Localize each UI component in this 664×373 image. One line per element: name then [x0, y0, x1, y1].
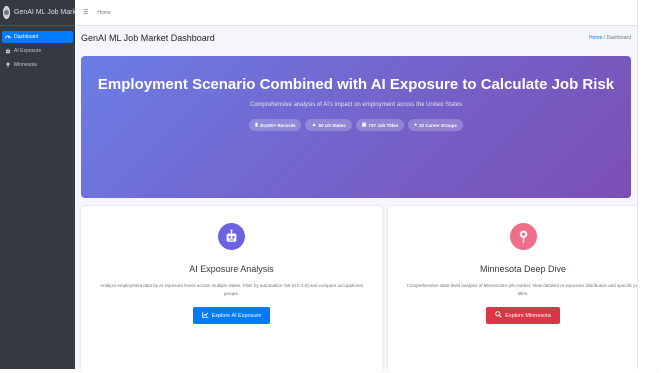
- map-pin-icon: [5, 62, 11, 68]
- card-title: AI Exposure Analysis: [81, 264, 382, 274]
- card-description: Analyze employment data by AI exposure l…: [97, 282, 367, 298]
- explore-minnesota-button[interactable]: Explore Minnesota: [486, 307, 560, 324]
- hamburger-menu-icon[interactable]: ☰: [83, 9, 88, 16]
- stat-badge-states: ▲ 50 US States: [305, 119, 351, 131]
- stat-label: 30,000+ Records: [260, 123, 296, 128]
- building-icon: ▲: [311, 122, 316, 128]
- search-icon: [495, 311, 502, 320]
- hero-stats: ▮ 30,000+ Records ▲ 50 US States ▣ 737 J…: [81, 119, 631, 131]
- home-link[interactable]: Home: [97, 10, 110, 16]
- sidebar: GenAI ML Job Market Dashboard AI Exposur…: [0, 0, 75, 369]
- minnesota-card: Minnesota Deep Dive Comprehensive state-…: [388, 206, 658, 373]
- stat-badge-job-titles: ▣ 737 Job Titles: [356, 119, 404, 131]
- sidebar-nav: Dashboard AI Exposure Minnesota: [0, 26, 75, 71]
- top-navbar: ☰ Home: [75, 0, 637, 26]
- breadcrumb-separator: /: [604, 35, 605, 41]
- stat-label: 737 Job Titles: [368, 123, 398, 128]
- sidebar-item-label: Minnesota: [14, 62, 37, 68]
- hero-subtitle: Comprehensive analysis of AI's impact on…: [81, 102, 631, 108]
- breadcrumb: Home / Dashboard: [589, 35, 631, 41]
- breadcrumb-home-link[interactable]: Home: [589, 35, 602, 41]
- map-pin-icon: [510, 223, 537, 250]
- card-description: Comprehensive state-level analysis of Mi…: [403, 282, 643, 298]
- robot-icon: [218, 223, 245, 250]
- button-label: Explore Minnesota: [505, 313, 551, 319]
- chart-line-icon: [202, 311, 209, 320]
- sidebar-item-ai-exposure[interactable]: AI Exposure: [2, 45, 73, 57]
- brand-link[interactable]: GenAI ML Job Market: [0, 0, 75, 26]
- ai-exposure-card: AI Exposure Analysis Analyze employment …: [81, 206, 382, 373]
- explore-ai-exposure-button[interactable]: Explore AI Exposure: [193, 307, 271, 324]
- hero-banner: Employment Scenario Combined with AI Exp…: [81, 56, 631, 198]
- stat-label: 50 US States: [318, 123, 345, 128]
- sidebar-item-label: Dashboard: [14, 34, 38, 40]
- stat-badge-career-groups: ● 22 Career Groups: [408, 119, 463, 131]
- stat-label: 22 Career Groups: [419, 123, 457, 128]
- database-icon: ▮: [255, 122, 258, 128]
- robot-icon: [5, 48, 11, 54]
- content-header: GenAI ML Job Market Dashboard Home / Das…: [81, 31, 631, 45]
- briefcase-icon: ▣: [362, 122, 367, 128]
- adjacent-window-edge: [637, 0, 664, 369]
- stat-badge-records: ▮ 30,000+ Records: [249, 119, 301, 131]
- breadcrumb-current: Dashboard: [607, 35, 631, 41]
- brand-text: GenAI ML Job Market: [14, 9, 82, 16]
- sidebar-item-dashboard[interactable]: Dashboard: [2, 31, 73, 43]
- card-title: Minnesota Deep Dive: [388, 264, 658, 274]
- sidebar-item-minnesota[interactable]: Minnesota: [2, 59, 73, 71]
- page-title: GenAI ML Job Market Dashboard: [81, 33, 215, 43]
- group-icon: ●: [414, 122, 417, 128]
- sidebar-item-label: AI Exposure: [14, 48, 41, 54]
- hero-title: Employment Scenario Combined with AI Exp…: [81, 76, 631, 93]
- main-content: GenAI ML Job Market Dashboard Home / Das…: [75, 26, 637, 369]
- dashboard-icon: [5, 34, 11, 40]
- button-label: Explore AI Exposure: [212, 313, 262, 319]
- brand-logo: [3, 6, 10, 19]
